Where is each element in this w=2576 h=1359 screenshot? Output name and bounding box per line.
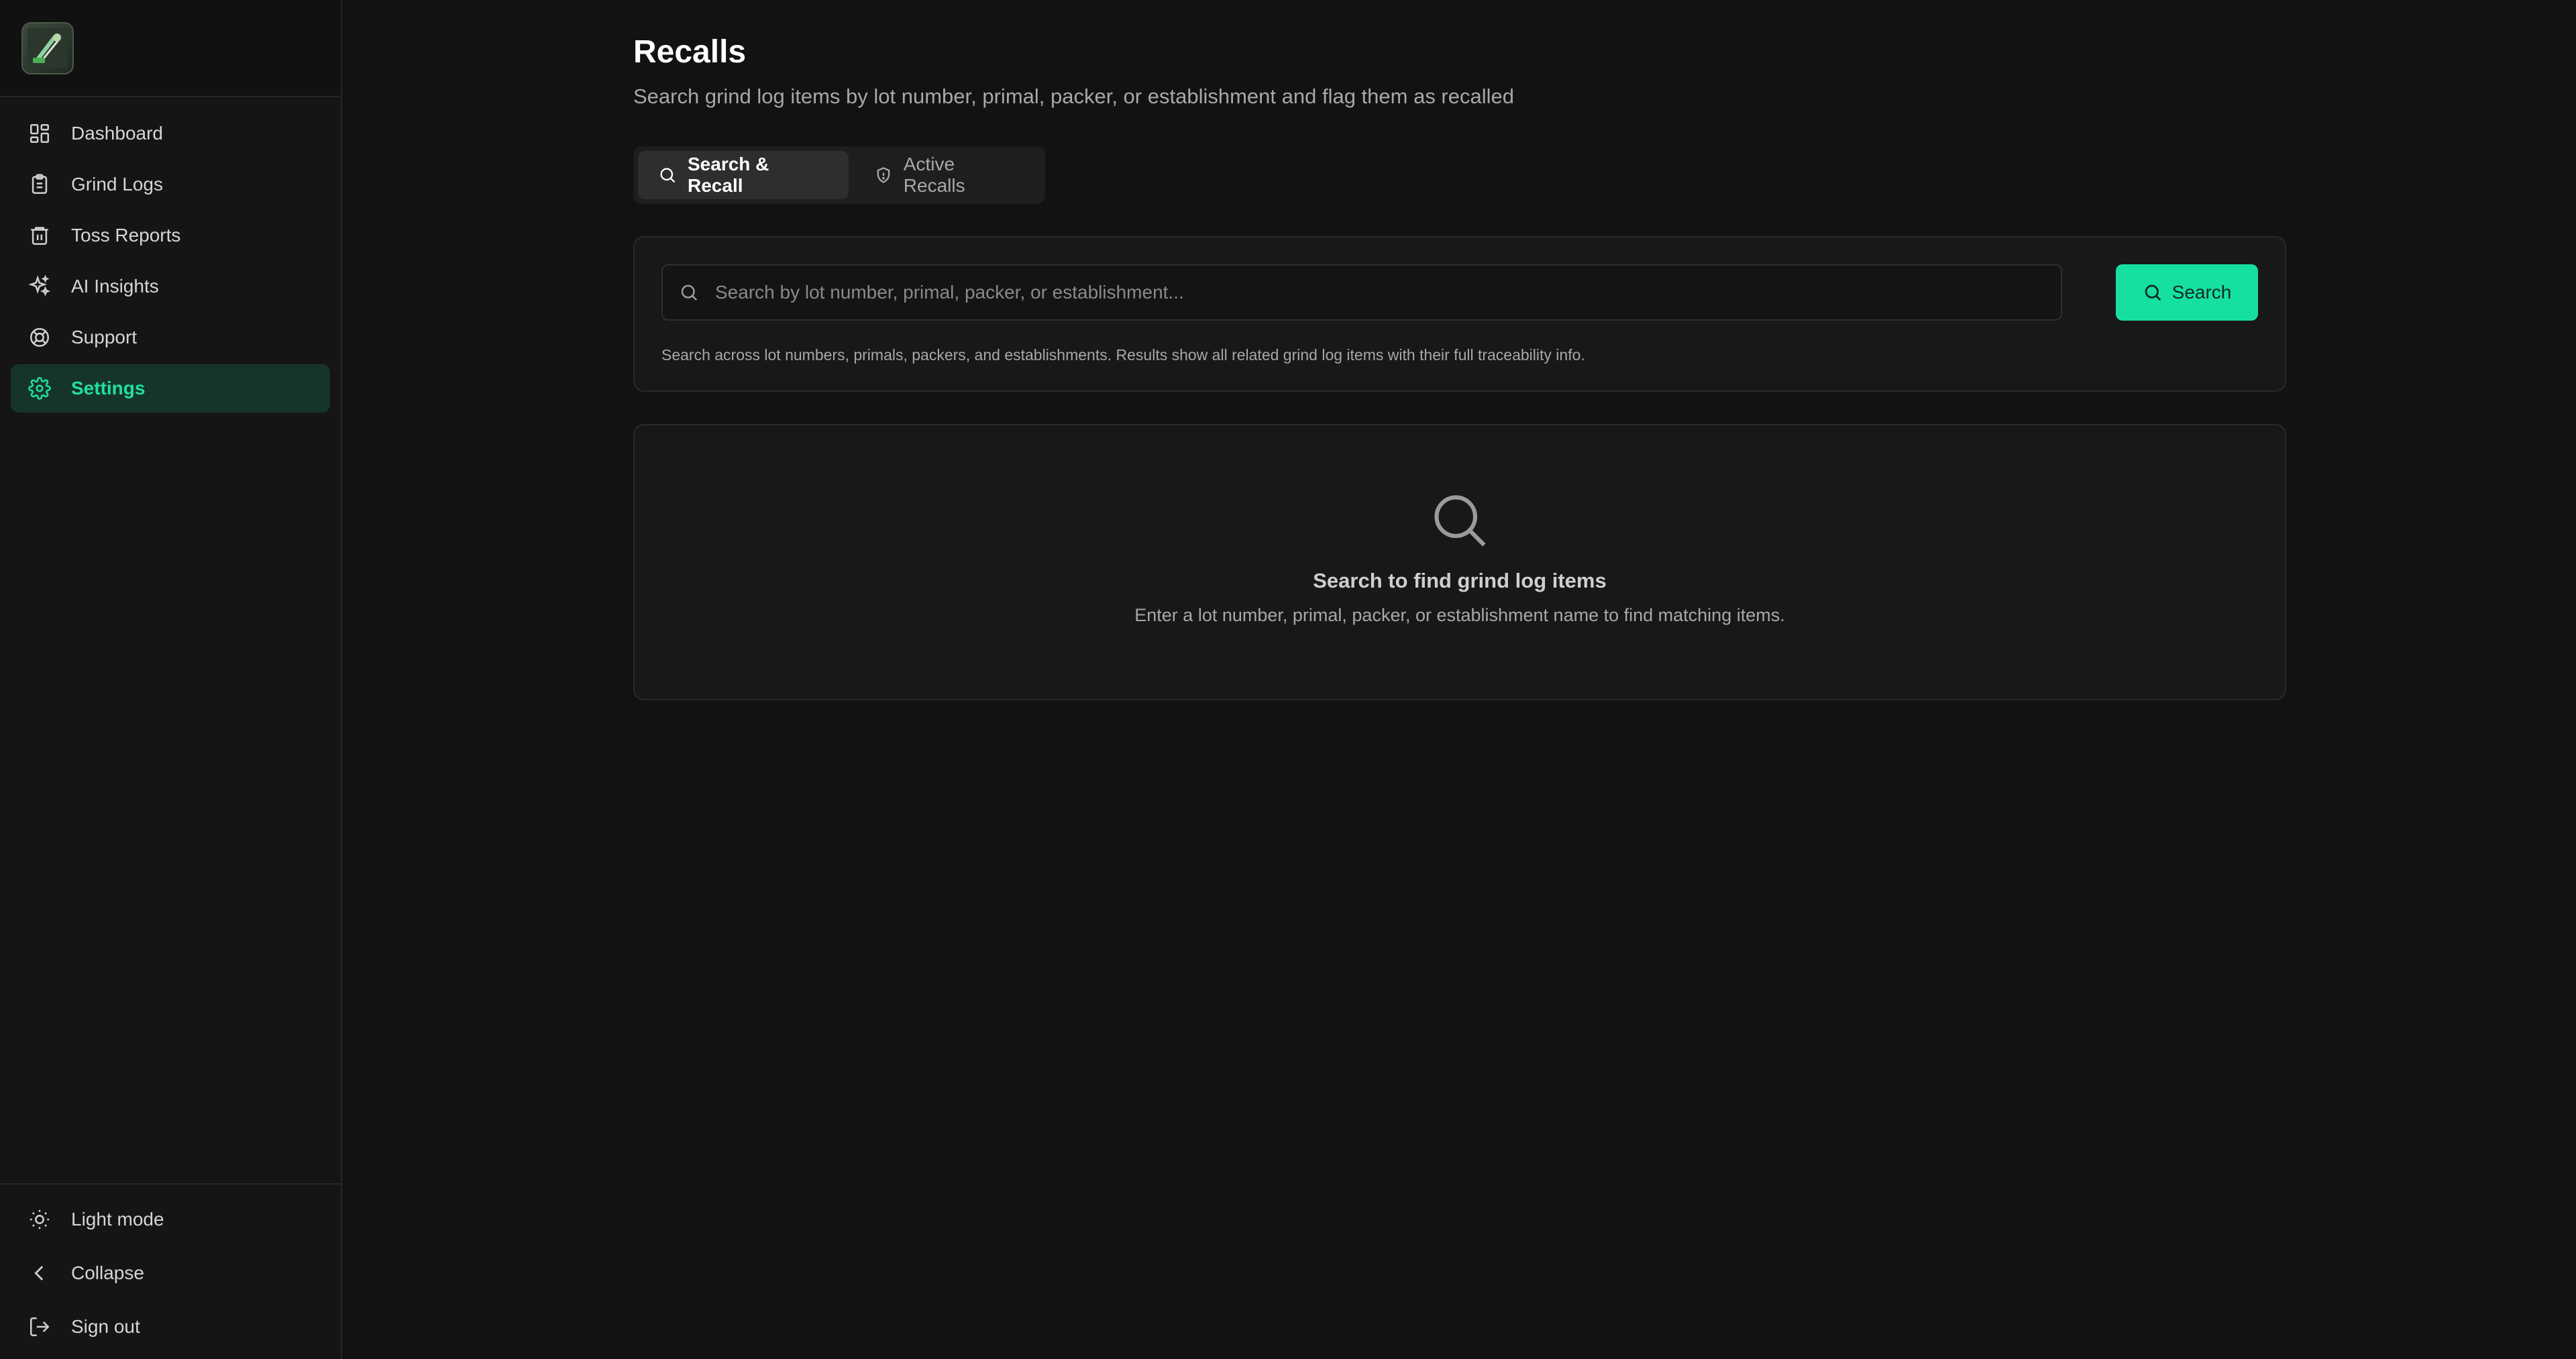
sidebar-item-support[interactable]: Support bbox=[11, 313, 330, 362]
clipboard-icon bbox=[27, 172, 52, 197]
search-icon bbox=[658, 166, 677, 184]
sidebar-item-label: Support bbox=[71, 327, 138, 347]
empty-state-title: Search to find grind log items bbox=[1313, 569, 1607, 592]
sidebar-item-ai-insights[interactable]: AI Insights bbox=[11, 262, 330, 311]
page-subtitle: Search grind log items by lot number, pr… bbox=[633, 85, 1514, 108]
search-icon bbox=[679, 282, 699, 303]
search-field[interactable] bbox=[661, 264, 2062, 321]
empty-state: Search to find grind log items Enter a l… bbox=[633, 424, 2286, 700]
sidebar-item-toss-reports[interactable]: Toss Reports bbox=[11, 211, 330, 260]
search-button[interactable]: Search bbox=[2116, 264, 2258, 321]
sidebar: Dashboard Grind Logs Toss Reports AI Ins… bbox=[0, 0, 342, 1359]
sidebar-header bbox=[0, 0, 341, 97]
search-icon bbox=[1429, 490, 1491, 551]
shield-icon bbox=[874, 166, 893, 184]
sidebar-item-settings[interactable]: Settings bbox=[11, 364, 330, 413]
light-mode-toggle[interactable]: Light mode bbox=[11, 1193, 330, 1246]
empty-state-description: Enter a lot number, primal, packer, or e… bbox=[1134, 605, 1785, 625]
page-title: Recalls bbox=[633, 34, 747, 70]
trash-icon bbox=[27, 223, 52, 248]
chevron-left-icon bbox=[27, 1260, 52, 1286]
tab-bar: Search & Recall Active Recalls bbox=[633, 146, 1045, 204]
sidebar-item-grind-logs[interactable]: Grind Logs bbox=[11, 160, 330, 209]
sidebar-item-label: Settings bbox=[71, 378, 146, 398]
light-mode-label: Light mode bbox=[71, 1209, 164, 1230]
sign-out-label: Sign out bbox=[71, 1316, 140, 1337]
dashboard-icon bbox=[27, 121, 52, 146]
tab-active-recalls[interactable]: Active Recalls bbox=[854, 151, 1040, 199]
sidebar-item-dashboard[interactable]: Dashboard bbox=[11, 109, 330, 158]
sidebar-nav: Dashboard Grind Logs Toss Reports AI Ins… bbox=[0, 97, 341, 413]
sign-out-button[interactable]: Sign out bbox=[11, 1300, 330, 1354]
sidebar-item-label: AI Insights bbox=[71, 276, 159, 296]
sparkles-icon bbox=[27, 274, 52, 299]
search-card: Search Search across lot numbers, primal… bbox=[633, 236, 2286, 392]
app-logo[interactable] bbox=[21, 21, 74, 74]
search-input[interactable] bbox=[714, 281, 2061, 304]
tab-label: Search & Recall bbox=[688, 154, 769, 196]
sidebar-footer: Light mode Collapse Sign out bbox=[0, 1183, 341, 1359]
sun-icon bbox=[27, 1207, 52, 1232]
sidebar-item-label: Grind Logs bbox=[71, 174, 163, 195]
sign-out-icon bbox=[27, 1314, 52, 1340]
search-icon bbox=[2143, 282, 2163, 303]
collapse-button[interactable]: Collapse bbox=[11, 1246, 330, 1300]
tab-search-recall[interactable]: Search & Recall bbox=[638, 151, 849, 199]
gear-icon bbox=[27, 376, 52, 401]
tab-label: Active Recalls bbox=[903, 154, 965, 196]
search-help-text: Search across lot numbers, primals, pack… bbox=[661, 346, 1585, 364]
lifebuoy-icon bbox=[27, 325, 52, 350]
collapse-label: Collapse bbox=[71, 1262, 144, 1283]
sidebar-item-label: Dashboard bbox=[71, 123, 163, 144]
sidebar-item-label: Toss Reports bbox=[71, 225, 181, 246]
search-button-label: Search bbox=[2171, 282, 2232, 303]
